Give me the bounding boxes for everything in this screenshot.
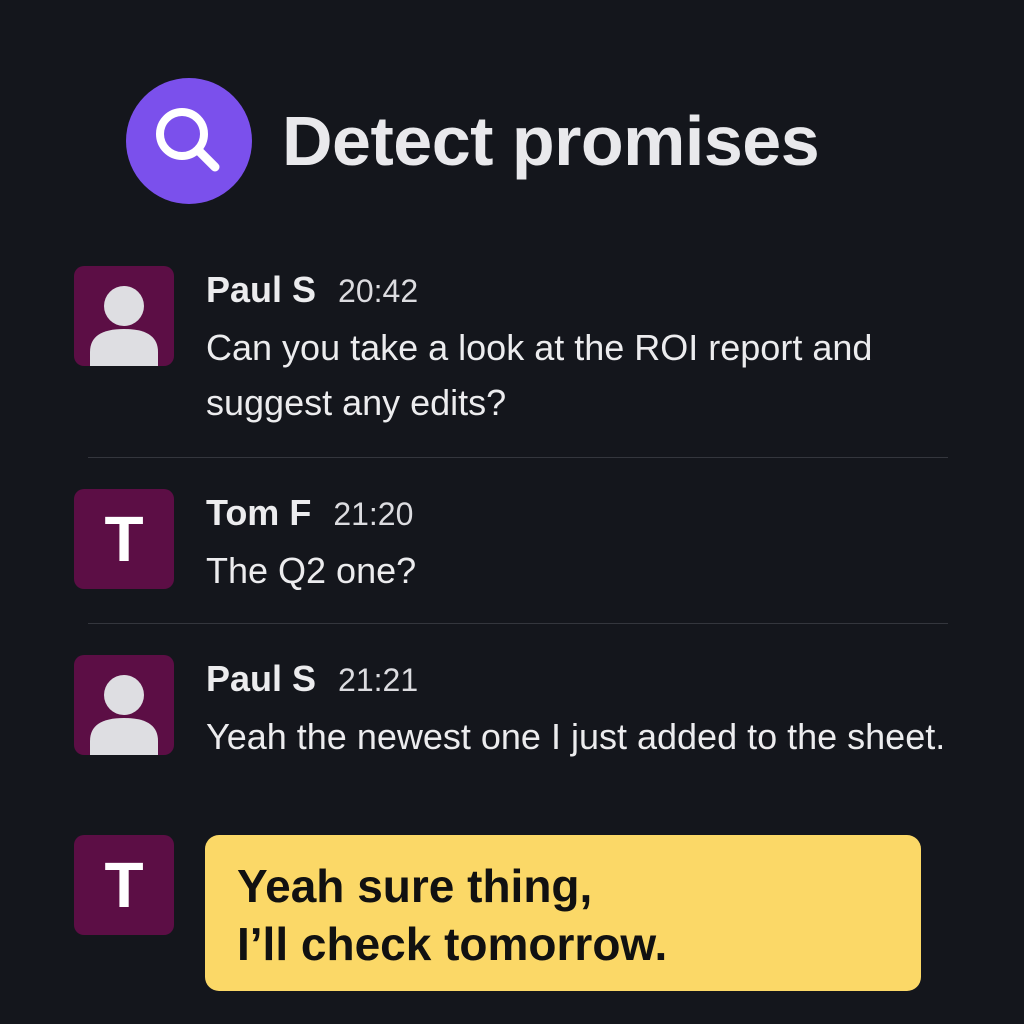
message-item: Paul S 21:21 Yeah the newest one I just … <box>74 655 954 825</box>
message-author[interactable]: Paul S <box>206 655 316 703</box>
avatar[interactable] <box>74 655 174 755</box>
avatar[interactable] <box>74 266 174 366</box>
message-text: The Q2 one? <box>206 550 417 591</box>
message-header: Paul S 21:21 <box>206 655 954 703</box>
promise-text-line: I’ll check tomorrow. <box>237 918 668 970</box>
message-header: Paul S 20:42 <box>206 266 954 314</box>
message-author[interactable]: Tom F <box>206 489 311 537</box>
message-body: Paul S 21:21 Yeah the newest one I just … <box>206 655 954 764</box>
avatar-initial: T <box>104 503 144 575</box>
message-body: Tom F 21:20 The Q2 one? <box>206 489 954 598</box>
page-title: Detect promises <box>282 102 820 180</box>
avatar-initial: T <box>104 849 144 921</box>
message-timestamp: 21:21 <box>338 662 419 698</box>
message-item: T Tom F 21:20 The Q2 one? <box>74 489 954 599</box>
avatar[interactable]: T <box>74 489 174 589</box>
message-text: Can you take a look at the ROI report an… <box>206 327 873 423</box>
promise-text-line: Yeah sure thing, <box>237 860 593 912</box>
promise-highlight[interactable]: Yeah sure thing, I’ll check tomorrow. <box>205 835 921 991</box>
person-icon <box>90 675 158 755</box>
search-icon <box>126 78 252 204</box>
message-header: Tom F 21:20 <box>206 489 954 537</box>
divider <box>88 623 948 624</box>
message-author[interactable]: Paul S <box>206 266 316 314</box>
header: Detect promises <box>126 78 820 204</box>
message-timestamp: 21:20 <box>333 496 414 532</box>
avatar[interactable]: T <box>74 835 174 935</box>
divider <box>88 457 948 458</box>
message-text: Yeah the newest one I just added to the … <box>206 716 946 757</box>
message-body: Paul S 20:42 Can you take a look at the … <box>206 266 954 430</box>
message-item: Paul S 20:42 Can you take a look at the … <box>74 266 954 436</box>
message-timestamp: 20:42 <box>338 273 419 309</box>
person-icon <box>90 286 158 366</box>
